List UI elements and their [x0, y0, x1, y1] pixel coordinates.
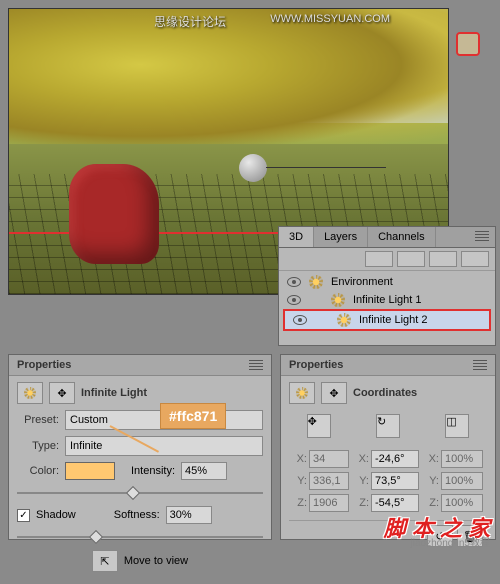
tab-layers[interactable]: Layers	[314, 227, 368, 247]
light-mode-button[interactable]	[17, 382, 43, 404]
list-label: Infinite Light 2	[359, 314, 428, 326]
softness-slider[interactable]	[17, 530, 263, 544]
visibility-icon[interactable]	[293, 315, 307, 325]
transform-mode-icons: ✥ ↻ ◫	[289, 410, 487, 442]
scale-y-input[interactable]: 100%	[441, 472, 483, 490]
light-mode-button[interactable]	[289, 382, 315, 404]
light-icon	[331, 293, 345, 307]
coordinates-grid: X: 34 X: -24,6° X: 100% Y: 336,1 Y: 73,5…	[289, 450, 487, 512]
tab-3d[interactable]: 3D	[279, 227, 314, 247]
panel-tabs: 3D Layers Channels	[279, 227, 495, 248]
subtitle: Coordinates	[353, 387, 417, 399]
color-swatch[interactable]	[65, 462, 115, 480]
3d-scene-list: Environment Infinite Light 1 Infinite Li…	[279, 271, 495, 333]
panel-header: Properties	[281, 355, 495, 376]
move-tool-icon[interactable]: ✥	[307, 414, 331, 438]
visibility-icon[interactable]	[287, 295, 301, 305]
type-label: Type:	[17, 440, 59, 452]
list-label: Infinite Light 1	[353, 294, 422, 306]
properties-panel-left: Properties ✥ Infinite Light Preset: Cust…	[8, 354, 272, 540]
list-item-light2[interactable]: Infinite Light 2	[283, 309, 491, 331]
shadow-label: Shadow	[36, 509, 76, 521]
scale-tool-icon[interactable]: ◫	[445, 414, 469, 438]
scale-x-input[interactable]: 100%	[441, 450, 483, 468]
intensity-label: Intensity:	[131, 465, 175, 477]
tree-foliage	[9, 9, 448, 149]
light-gizmo[interactable]	[239, 154, 267, 182]
intensity-slider[interactable]	[17, 486, 263, 500]
environment-icon	[309, 275, 323, 289]
intensity-input[interactable]: 45%	[181, 462, 227, 480]
panel-menu-icon[interactable]	[473, 360, 487, 370]
panel-header: Properties	[9, 355, 271, 376]
list-item-light1[interactable]: Infinite Light 1	[279, 291, 495, 309]
watermark-sub: jiaozhong-in5教程	[411, 534, 491, 549]
move-to-view-button[interactable]: Move to view	[124, 555, 188, 567]
filter-light-button[interactable]	[461, 251, 489, 267]
rot-z-input[interactable]: -54,5°	[371, 494, 419, 512]
3d-panel: 3D Layers Channels Environment Infinite …	[278, 226, 496, 346]
tab-channels[interactable]: Channels	[368, 227, 435, 247]
list-label: Environment	[331, 276, 393, 288]
pos-z-input[interactable]: 1906	[309, 494, 349, 512]
scale-z-input[interactable]: 100%	[441, 494, 483, 512]
filter-material-button[interactable]	[429, 251, 457, 267]
subtitle: Infinite Light	[81, 387, 147, 399]
panel-title: Properties	[17, 359, 71, 371]
panel-menu-icon[interactable]	[249, 360, 263, 370]
rot-y-input[interactable]: 73,5°	[371, 472, 419, 490]
rotate-tool-icon[interactable]: ↻	[376, 414, 400, 438]
preset-label: Preset:	[17, 414, 59, 426]
light-toggle-button[interactable]	[456, 32, 480, 56]
move-to-view-icon: ⇱	[92, 550, 118, 572]
type-dropdown[interactable]: Infinite	[65, 436, 263, 456]
3d-filter-toolbar	[279, 248, 495, 271]
filter-mesh-button[interactable]	[397, 251, 425, 267]
pos-x-input[interactable]: 34	[309, 450, 349, 468]
pos-y-input[interactable]: 336,1	[309, 472, 349, 490]
light-direction-line	[266, 167, 386, 168]
filter-scene-button[interactable]	[365, 251, 393, 267]
color-label: Color:	[17, 465, 59, 477]
red-chair-object[interactable]	[69, 164, 159, 264]
hex-callout: #ffc871	[160, 403, 226, 429]
softness-input[interactable]: 30%	[166, 506, 212, 524]
shadow-checkbox[interactable]: ✓	[17, 509, 30, 522]
watermark-url: WWW.MISSYUAN.COM	[270, 13, 390, 25]
light-icon	[337, 313, 351, 327]
visibility-icon[interactable]	[287, 277, 301, 287]
panel-menu-icon[interactable]	[475, 231, 489, 241]
list-item-environment[interactable]: Environment	[279, 273, 495, 291]
coord-mode-button[interactable]: ✥	[49, 382, 75, 404]
panel-title: Properties	[289, 359, 343, 371]
rot-x-input[interactable]: -24,6°	[371, 450, 419, 468]
coord-mode-button[interactable]: ✥	[321, 382, 347, 404]
watermark-header: 思缘设计论坛	[154, 13, 226, 30]
softness-label: Softness:	[114, 509, 160, 521]
